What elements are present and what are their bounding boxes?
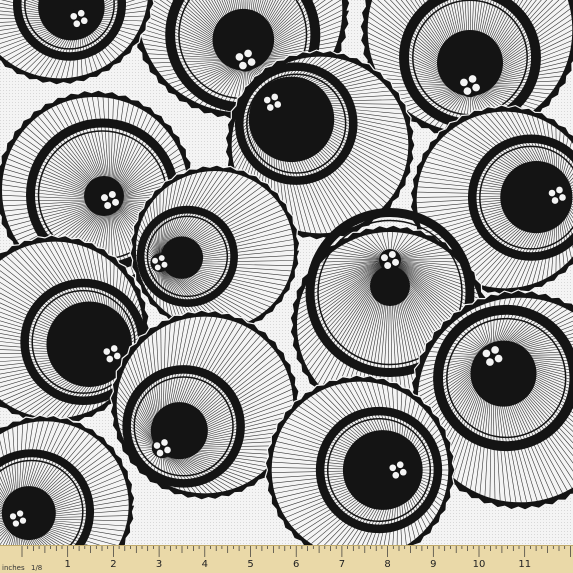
parasol-hub-icon: [99, 189, 121, 211]
ruler-number: 10: [473, 559, 486, 570]
parasol-hub-icon: [387, 459, 409, 481]
parasol-hub-icon: [68, 8, 90, 29]
parasol-hub-icon: [379, 249, 401, 271]
ruler-number: 4: [202, 559, 208, 570]
ruler-number: 6: [293, 559, 299, 570]
parasol-hub-icon: [546, 184, 568, 206]
parasol-hub-icon: [262, 91, 283, 113]
parasol-hub-icon: [457, 72, 483, 98]
ruler-number: 11: [518, 559, 531, 570]
ruler-fraction-label: 1/8: [31, 564, 42, 572]
parasol-hub-icon: [8, 508, 28, 529]
ruler-number: 2: [110, 559, 116, 570]
parasol-hub-icon: [233, 47, 258, 72]
ruler-number: 3: [156, 559, 162, 570]
parasol-hub-icon: [101, 343, 123, 365]
ruler-number: 8: [384, 559, 390, 570]
ruler-number: 1: [65, 559, 71, 570]
parasol-hub-icon: [480, 343, 505, 369]
ruler-number: 5: [247, 559, 253, 570]
ruler-number: 9: [430, 559, 436, 570]
parasol-hub-icon: [151, 437, 173, 459]
parasol-hub-icon: [150, 253, 170, 273]
fabric-pattern: [0, 0, 573, 545]
ruler-unit-label: inches: [2, 564, 25, 572]
measuring-ruler: inches 1/8 1 2 3 4 5 6 7 8 9 10 11: [0, 545, 573, 573]
ruler-number: 7: [339, 559, 345, 570]
ruler-body: [0, 545, 573, 573]
